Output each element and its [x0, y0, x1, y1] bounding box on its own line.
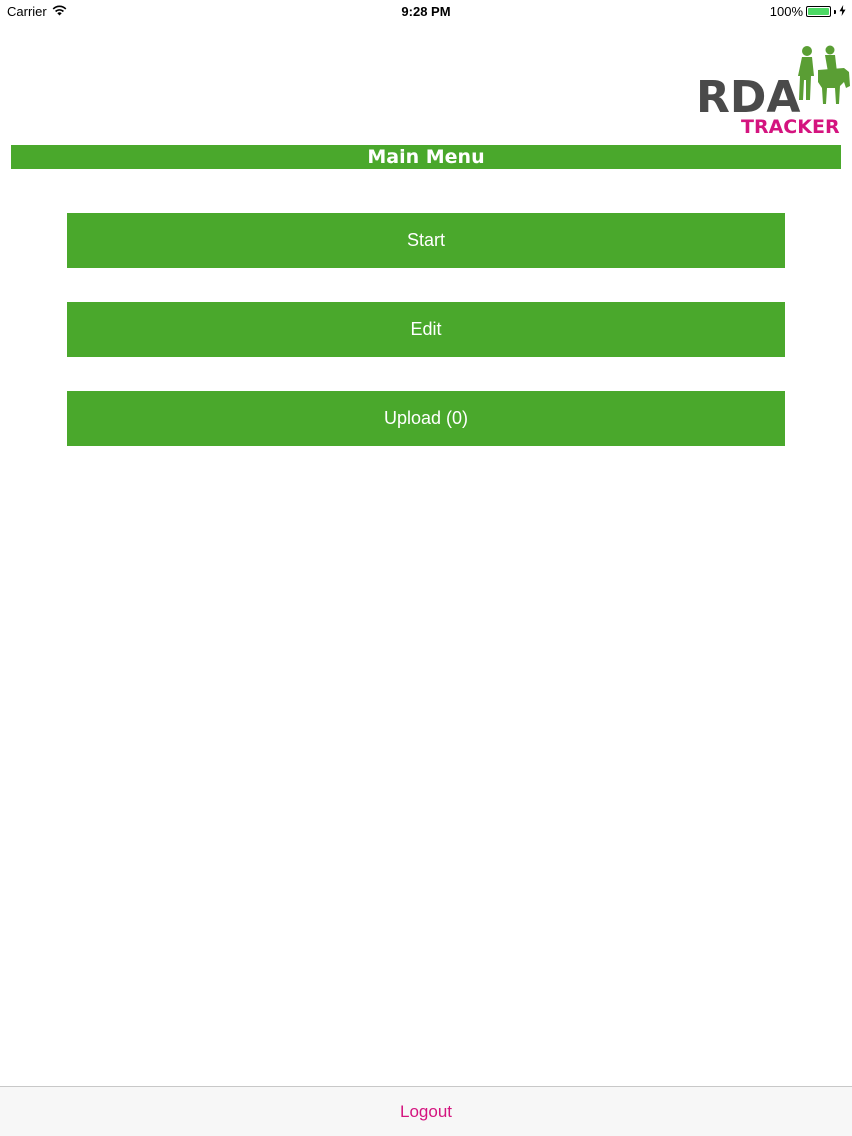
main-menu-screen: Carrier 9:28 PM 100% RDA TRACKER Main Me…	[0, 0, 852, 1136]
edit-button[interactable]: Edit	[67, 302, 785, 357]
logout-button[interactable]: Logout	[0, 1102, 852, 1122]
charging-icon	[839, 4, 846, 19]
upload-button[interactable]: Upload (0)	[67, 391, 785, 446]
bottom-toolbar: Logout	[0, 1086, 852, 1136]
status-bar: Carrier 9:28 PM 100%	[0, 0, 852, 24]
horse-rider-icon	[798, 45, 850, 104]
battery-tip	[834, 9, 836, 14]
logo-tracker-text: TRACKER	[741, 116, 840, 138]
rda-tracker-logo: RDA TRACKER	[694, 42, 850, 138]
page-title: Main Menu	[11, 145, 841, 169]
battery-percent: 100%	[769, 4, 803, 19]
battery-icon	[806, 6, 831, 17]
status-time: 9:28 PM	[401, 4, 451, 19]
status-right: 100%	[770, 4, 846, 19]
start-button[interactable]: Start	[67, 213, 785, 268]
